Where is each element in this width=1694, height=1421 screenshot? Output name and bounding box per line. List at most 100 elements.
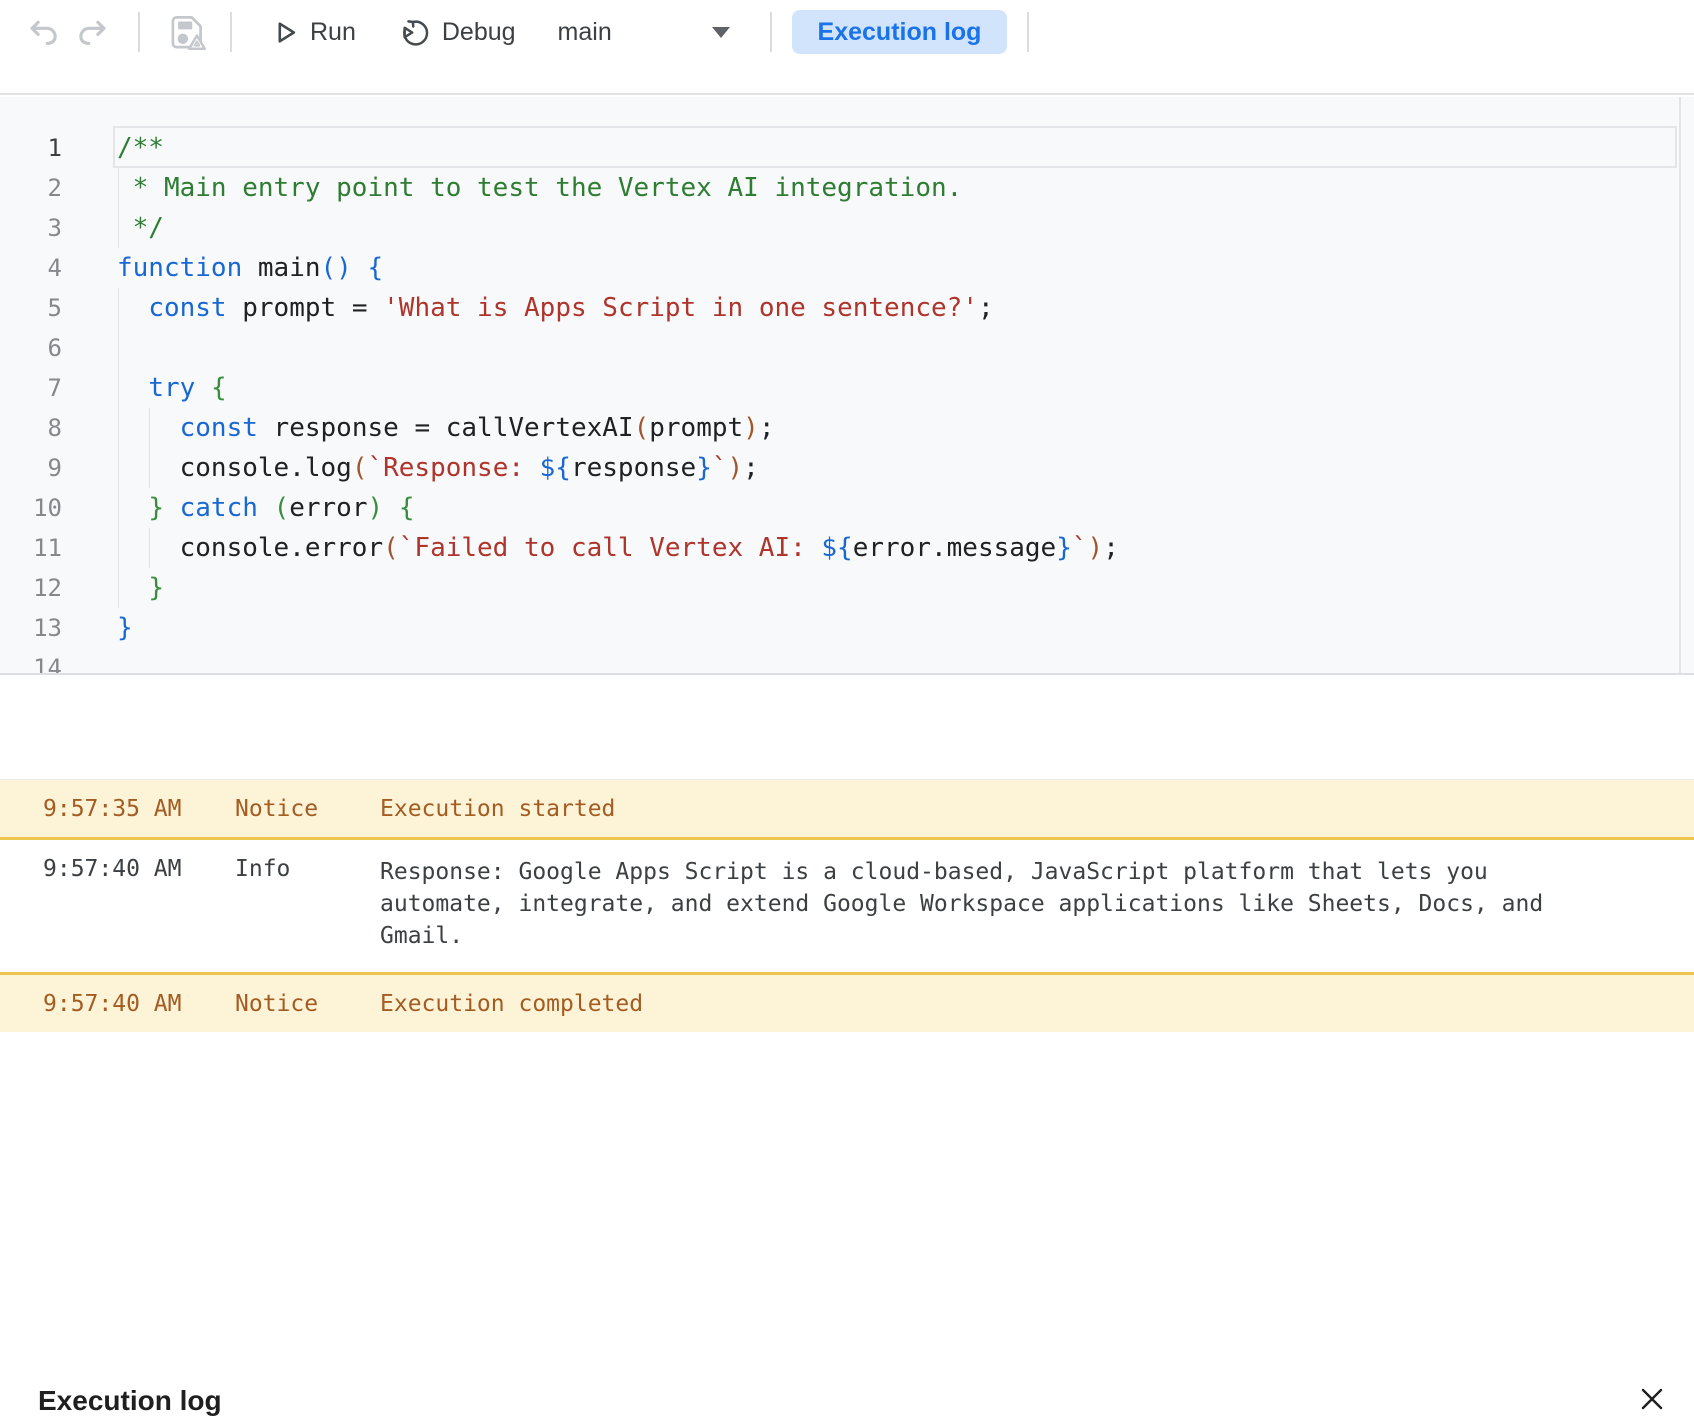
run-button-label: Run (310, 18, 356, 47)
code-token: } (696, 453, 712, 483)
debug-button-label: Debug (442, 18, 516, 47)
code-token: } (117, 613, 133, 643)
toolbar-divider (770, 12, 772, 52)
code-line[interactable]: try { (117, 368, 227, 408)
code-token: ) (368, 493, 384, 523)
function-selector[interactable]: main (558, 18, 730, 47)
toolbar-divider (138, 12, 140, 52)
code-editor[interactable]: 1234567891011121314 /** * Main entry poi… (0, 97, 1694, 675)
code-token: prompt (649, 413, 743, 443)
save-project-button[interactable] (164, 9, 210, 55)
debug-button[interactable]: Debug (400, 17, 516, 48)
code-token: prompt = (227, 293, 384, 323)
code-token: 'What is Apps Script in one sentence?' (383, 293, 978, 323)
code-line[interactable]: /** (117, 128, 164, 168)
code-line[interactable]: console.error(`Failed to call Vertex AI:… (117, 528, 1119, 568)
line-number: 13 (0, 608, 62, 648)
close-execution-log-button[interactable] (1630, 1377, 1674, 1421)
debug-icon (400, 17, 431, 48)
execution-log-entries: 9:57:35 AMNoticeExecution started9:57:40… (0, 779, 1694, 1032)
code-token: ( (352, 453, 368, 483)
code-token: ${ (821, 533, 852, 563)
code-token: response = callVertexAI (258, 413, 634, 443)
code-token: * Main entry point to test the Vertex AI… (117, 173, 962, 203)
code-token: ` (1072, 533, 1088, 563)
function-selector-value: main (558, 18, 612, 47)
code-token: function (117, 253, 242, 283)
code-token: try (148, 373, 195, 403)
code-token: } (148, 573, 164, 603)
undo-button[interactable] (26, 15, 60, 49)
save-project-icon (164, 9, 210, 55)
code-token: ) (1088, 533, 1104, 563)
minimap-divider (1679, 97, 1681, 675)
code-token: ` (712, 453, 728, 483)
code-token: ; (978, 293, 994, 323)
code-token: ; (743, 453, 759, 483)
code-token: { (367, 253, 383, 283)
undo-icon (26, 15, 60, 49)
code-line[interactable]: */ (117, 208, 164, 248)
log-entry-message: Execution started (380, 796, 1580, 822)
code-token (117, 293, 148, 323)
code-token (117, 573, 148, 603)
code-token: ( (634, 413, 650, 443)
dropdown-caret-icon (712, 27, 730, 38)
code-token: { (211, 373, 227, 403)
code-line[interactable]: function main() { (117, 248, 383, 288)
line-number: 4 (0, 248, 62, 288)
redo-button[interactable] (76, 15, 110, 49)
code-token: ; (1103, 533, 1119, 563)
code-token (195, 373, 211, 403)
line-number: 10 (0, 488, 62, 528)
code-line[interactable]: } catch (error) { (117, 488, 414, 528)
current-line-highlight (113, 126, 1677, 168)
line-number: 2 (0, 168, 62, 208)
code-token: ) (743, 413, 759, 443)
code-token: const (180, 413, 258, 443)
code-token: response (571, 453, 696, 483)
code-line[interactable]: const response = callVertexAI(prompt); (117, 408, 774, 448)
close-icon (1638, 1385, 1666, 1413)
line-number: 14 (0, 648, 62, 675)
log-entry-level: Info (235, 856, 380, 952)
execution-log-button[interactable]: Execution log (792, 10, 1008, 54)
log-entry-time: 9:57:35 AM (43, 796, 235, 822)
code-line[interactable]: const prompt = 'What is Apps Script in o… (117, 288, 994, 328)
code-token: /** (117, 133, 164, 163)
code-token: error (289, 493, 367, 523)
log-entry-row: 9:57:40 AMInfoResponse: Google Apps Scri… (0, 840, 1694, 972)
log-entry-time: 9:57:40 AM (43, 991, 235, 1017)
toolbar-divider (1027, 12, 1029, 52)
code-token: ) (728, 453, 744, 483)
play-icon (272, 19, 299, 46)
run-button[interactable]: Run (272, 18, 356, 47)
code-token (164, 493, 180, 523)
code-line[interactable]: } (117, 608, 133, 648)
execution-log-panel-header: Execution log (0, 677, 1694, 780)
code-token (117, 413, 180, 443)
line-number: 8 (0, 408, 62, 448)
code-line[interactable]: * Main entry point to test the Vertex AI… (117, 168, 962, 208)
line-number: 3 (0, 208, 62, 248)
code-token: ( (383, 533, 399, 563)
toolbar-divider (230, 12, 232, 52)
toolbar: Run Debug main Execution log (0, 0, 1694, 95)
code-line[interactable]: console.log(`Response: ${response}`); (117, 448, 759, 488)
code-token: { (399, 493, 415, 523)
log-entry-row: 9:57:35 AMNoticeExecution started (0, 780, 1694, 840)
code-token: () (321, 253, 352, 283)
line-number: 7 (0, 368, 62, 408)
log-entry-level: Notice (235, 796, 380, 822)
code-token: } (148, 493, 164, 523)
log-entry-row: 9:57:40 AMNoticeExecution completed (0, 972, 1694, 1032)
code-token: ( (274, 493, 290, 523)
code-line[interactable]: } (117, 568, 164, 608)
code-token: */ (117, 213, 164, 243)
code-token: `Failed to call Vertex AI: (399, 533, 822, 563)
code-token: ${ (540, 453, 571, 483)
line-number: 11 (0, 528, 62, 568)
log-entry-time: 9:57:40 AM (43, 856, 235, 952)
code-token (383, 493, 399, 523)
code-token (352, 253, 368, 283)
